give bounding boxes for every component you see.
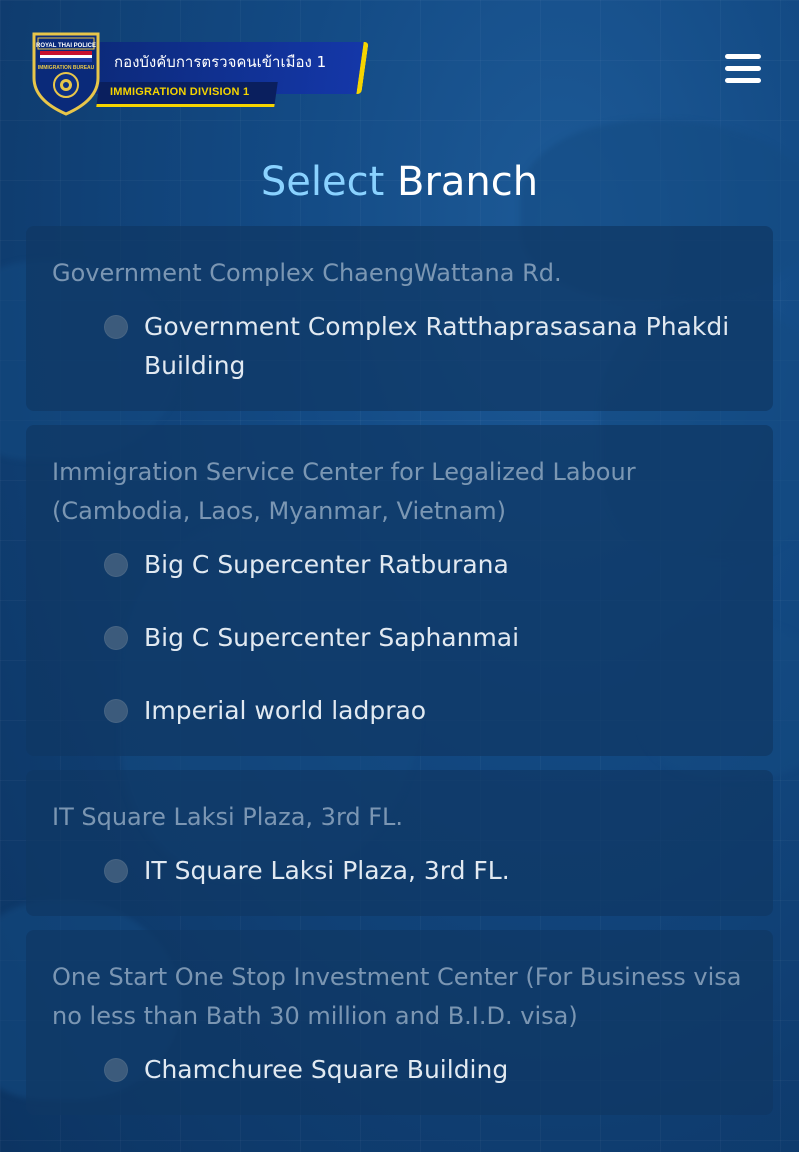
branch-option[interactable]: IT Square Laksi Plaza, 3rd FL. bbox=[104, 847, 747, 894]
branch-group-legalized-labour: Immigration Service Center for Legalized… bbox=[26, 425, 773, 756]
svg-text:ROYAL THAI POLICE: ROYAL THAI POLICE bbox=[36, 43, 96, 49]
logo-subtitle: IMMIGRATION DIVISION 1 bbox=[110, 86, 250, 98]
svg-text:IMMIGRATION BUREAU: IMMIGRATION BUREAU bbox=[38, 65, 95, 71]
branch-group-title: One Start One Stop Investment Center (Fo… bbox=[52, 963, 742, 1030]
radio-button[interactable] bbox=[104, 553, 128, 577]
branch-option[interactable]: Chamchuree Square Building bbox=[104, 1046, 747, 1093]
branch-option-label: Chamchuree Square Building bbox=[144, 1055, 509, 1084]
branch-option-label: Government Complex Ratthaprasasana Phakd… bbox=[144, 312, 730, 380]
branch-option-label: IT Square Laksi Plaza, 3rd FL. bbox=[144, 856, 510, 885]
branch-option-label: Imperial world ladprao bbox=[144, 696, 427, 725]
branch-option[interactable]: Government Complex Ratthaprasasana Phakd… bbox=[104, 303, 747, 389]
page-title-main: Branch bbox=[397, 159, 539, 205]
branch-group-title: Government Complex ChaengWattana Rd. bbox=[52, 259, 562, 287]
menu-button[interactable] bbox=[725, 54, 761, 86]
radio-button[interactable] bbox=[104, 859, 128, 883]
branch-group-title: Immigration Service Center for Legalized… bbox=[52, 458, 636, 525]
site-header: กองบังคับการตรวจคนเข้าเมือง 1 IMMIGRATIO… bbox=[0, 0, 799, 140]
radio-button[interactable] bbox=[104, 699, 128, 723]
radio-button[interactable] bbox=[104, 315, 128, 339]
branch-group-government-complex: Government Complex ChaengWattana Rd. Gov… bbox=[26, 226, 773, 411]
page-title-accent: Select bbox=[260, 159, 385, 205]
branch-option[interactable]: Imperial world ladprao bbox=[104, 687, 747, 734]
hamburger-menu-icon bbox=[725, 54, 761, 59]
branch-option[interactable]: Big C Supercenter Saphanmai bbox=[104, 614, 747, 661]
page-title: Select Branch bbox=[0, 156, 799, 208]
branch-group-investment-center: One Start One Stop Investment Center (Fo… bbox=[26, 930, 773, 1115]
branch-group-title: IT Square Laksi Plaza, 3rd FL. bbox=[52, 803, 404, 831]
branch-option-label: Big C Supercenter Saphanmai bbox=[144, 623, 520, 652]
radio-button[interactable] bbox=[104, 626, 128, 650]
branch-option[interactable]: Big C Supercenter Ratburana bbox=[104, 541, 747, 588]
branch-option-label: Big C Supercenter Ratburana bbox=[144, 550, 509, 579]
police-badge-icon: ROYAL THAI POLICE IMMIGRATION BUREAU bbox=[32, 32, 100, 116]
branch-list: Government Complex ChaengWattana Rd. Gov… bbox=[26, 226, 773, 1129]
branch-group-it-square: IT Square Laksi Plaza, 3rd FL. IT Square… bbox=[26, 770, 773, 916]
logo-title: กองบังคับการตรวจคนเข้าเมือง 1 bbox=[114, 53, 327, 71]
radio-button[interactable] bbox=[104, 1058, 128, 1082]
immigration-logo[interactable]: กองบังคับการตรวจคนเข้าเมือง 1 IMMIGRATIO… bbox=[28, 28, 369, 118]
